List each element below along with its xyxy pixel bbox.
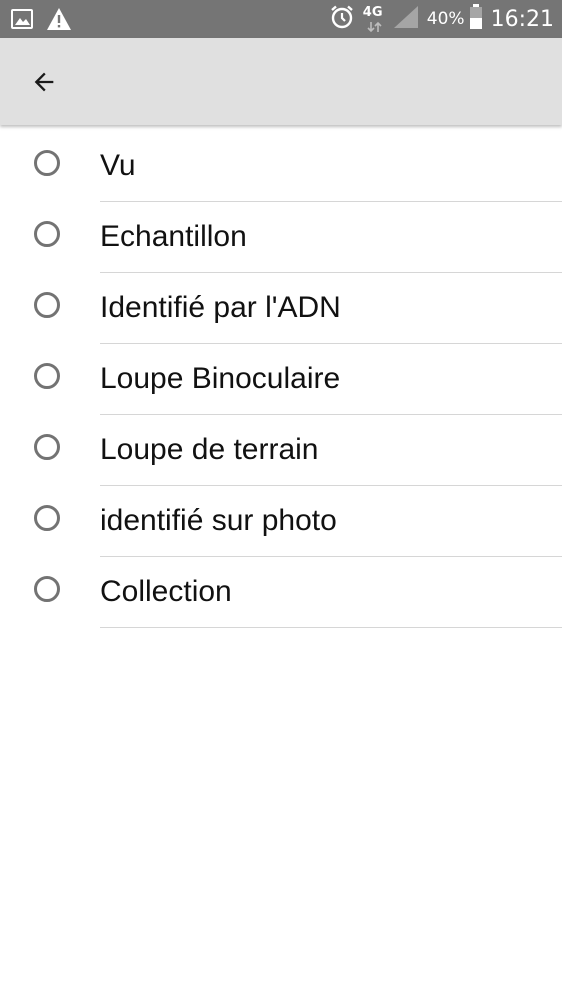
- option-row[interactable]: Collection: [0, 557, 562, 628]
- app-bar: [0, 38, 562, 125]
- option-row[interactable]: Loupe Binoculaire: [0, 344, 562, 415]
- radio-button[interactable]: [34, 434, 60, 460]
- radio-button[interactable]: [34, 505, 60, 531]
- warning-icon: [46, 7, 71, 31]
- options-list: Vu Echantillon Identifié par l'ADN Loupe…: [0, 131, 562, 628]
- radio-button[interactable]: [34, 292, 60, 318]
- option-label: Loupe de terrain: [100, 433, 319, 466]
- option-label: Identifié par l'ADN: [100, 291, 341, 324]
- clock: 16:21: [490, 6, 554, 32]
- option-row[interactable]: Loupe de terrain: [0, 415, 562, 486]
- network-label: 4G: [362, 5, 383, 20]
- image-icon: [10, 7, 34, 31]
- radio-button[interactable]: [34, 363, 60, 389]
- option-label: Echantillon: [100, 220, 247, 253]
- status-bar: 4G 40% 16:21: [0, 0, 562, 38]
- option-row[interactable]: Identifié par l'ADN: [0, 273, 562, 344]
- arrow-back-icon: [34, 72, 54, 92]
- radio-button[interactable]: [34, 150, 60, 176]
- option-row[interactable]: Vu: [0, 131, 562, 202]
- alarm-icon: [329, 4, 355, 34]
- battery-icon: [469, 4, 483, 34]
- radio-button[interactable]: [34, 221, 60, 247]
- option-label: identifié sur photo: [100, 504, 337, 537]
- signal-icon: [393, 5, 419, 33]
- option-label: Loupe Binoculaire: [100, 362, 341, 395]
- option-row[interactable]: identifié sur photo: [0, 486, 562, 557]
- option-row[interactable]: Echantillon: [0, 202, 562, 273]
- network-4g-icon: 4G: [363, 4, 385, 34]
- back-button[interactable]: [20, 58, 68, 106]
- battery-percent: 40%: [426, 9, 465, 29]
- status-right-cluster: 4G 40% 16:21: [329, 0, 554, 38]
- radio-button[interactable]: [34, 576, 60, 602]
- option-label: Collection: [100, 575, 232, 608]
- divider: [100, 627, 562, 628]
- option-label: Vu: [100, 149, 136, 182]
